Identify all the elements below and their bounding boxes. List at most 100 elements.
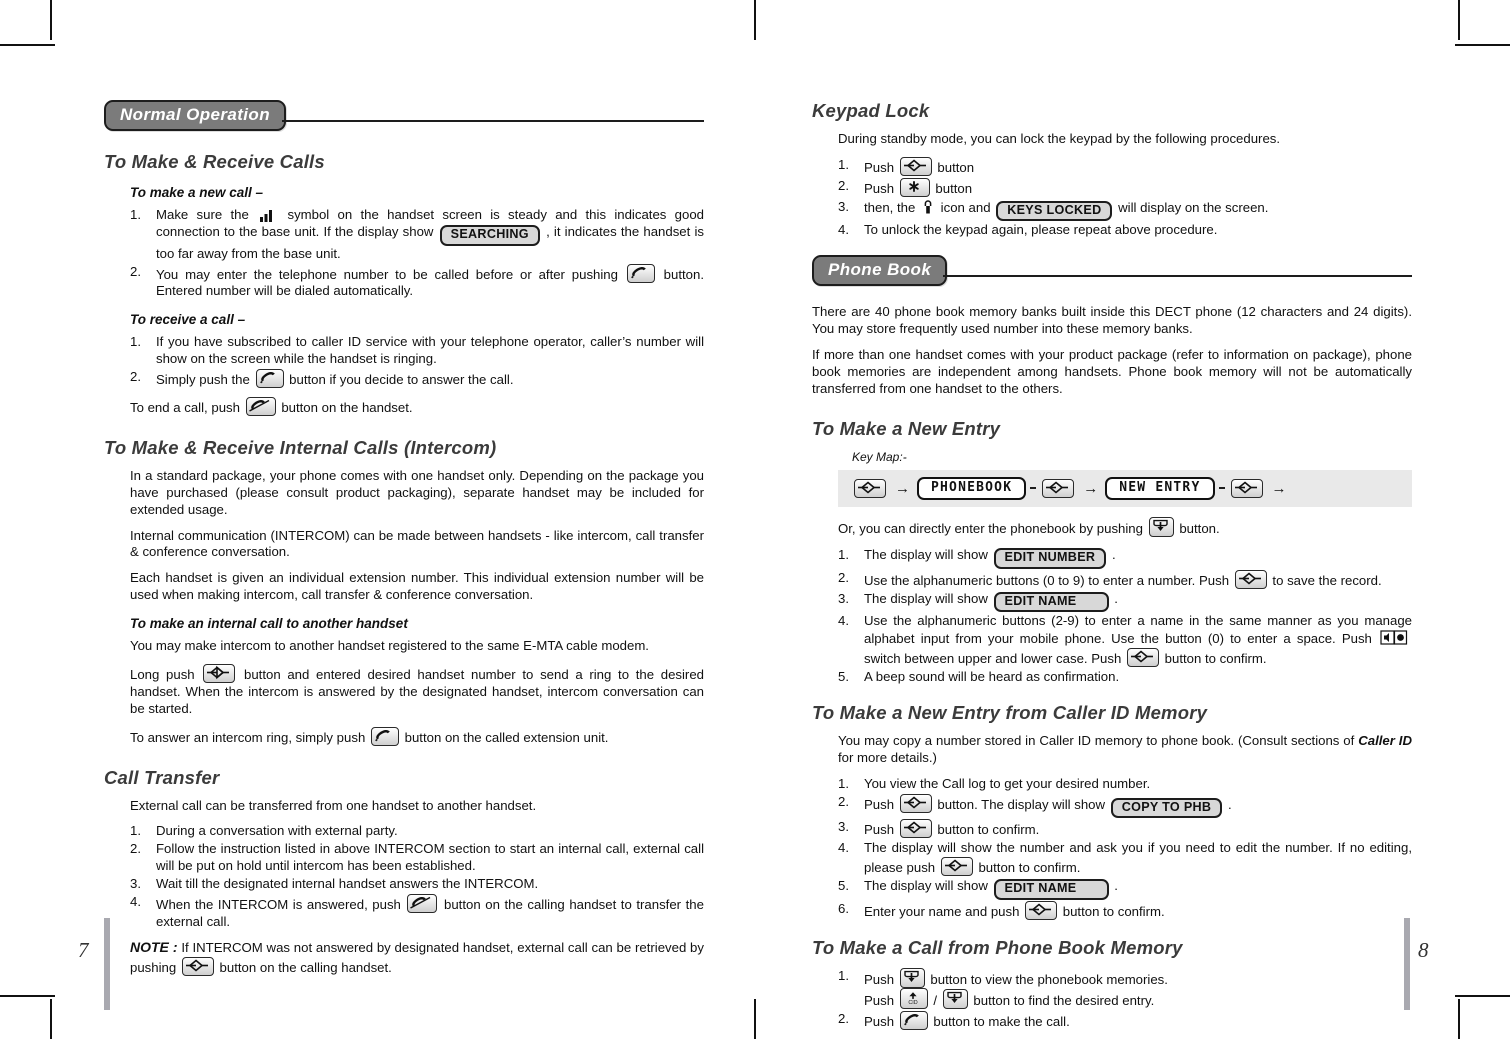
step-text-b: button to confirm. (978, 860, 1081, 876)
list-item: 6. Enter your name and push button to co… (838, 900, 1412, 921)
normal-operation-banner-row: Normal Operation (104, 100, 704, 131)
list-number: 4. (838, 613, 849, 629)
phonebook-direct-entry: Or, you can directly enter the phonebook… (838, 517, 1412, 538)
call-transfer-p1: External call can be transferred from on… (130, 797, 537, 813)
step-text-a: Make sure the (156, 207, 249, 222)
internal-calls-p4: You may make intercom to another handset… (130, 638, 649, 654)
crop-mark-top-right (1458, 0, 1460, 40)
cid-up-key-icon: CID (899, 988, 928, 1010)
list-number: 3. (838, 590, 849, 606)
list-item: 4. To unlock the keypad again, please re… (838, 222, 1412, 239)
list-item: 4. Use the alphanumeric buttons (2-9) to… (838, 613, 1412, 668)
end-call-key-icon (245, 396, 276, 416)
padlock-icon (922, 199, 934, 215)
menu-arrow-key-icon (1234, 569, 1267, 589)
heading-call-transfer: Call Transfer (104, 766, 220, 788)
keymap-arrow: → (1083, 479, 1099, 497)
svg-text:CID: CID (908, 1001, 917, 1007)
end-call-text-a: To end a call, push (130, 399, 240, 415)
list-item: 3. then, the icon and KEYS LOCKED will d… (838, 199, 1412, 222)
step-text-a: The display will show (864, 590, 988, 606)
caller-id-text-b: for more details.) (838, 749, 937, 765)
step-text-c: Push (864, 993, 895, 1009)
normal-operation-banner: Normal Operation (104, 100, 286, 131)
signal-bars-icon (260, 208, 276, 222)
status-badge-keys-locked: KEYS LOCKED (996, 200, 1113, 222)
end-call-text-b: button on the handset. (281, 399, 413, 415)
new-entry-steps: 1. The display will show EDIT NUMBER . 2… (812, 547, 1412, 686)
note-text-b: button on the calling handset. (219, 959, 392, 975)
list-item: 5. The display will show EDIT NAME . (838, 878, 1412, 900)
internal-calls-p2: Internal communication (INTERCOM) can be… (130, 527, 704, 560)
menu-arrow-key-icon (899, 819, 932, 839)
crop-mark-top-right-h (1455, 44, 1510, 46)
step-text-a: The display will show (864, 546, 988, 562)
list-number: 1. (130, 334, 141, 350)
step-text: You view the Call log to get your desire… (864, 775, 1151, 791)
list-item: 1. Make sure the symbol on the handset s… (130, 207, 704, 263)
list-item: 2. Simply push the button if you decide … (130, 369, 704, 389)
list-number: 1. (130, 207, 141, 222)
list-number: 1. (838, 156, 849, 172)
menu-arrow-key-icon (940, 857, 973, 877)
caller-id-entry-steps: 1. You view the Call log to get your des… (812, 776, 1412, 921)
menu-arrow-key-icon (181, 956, 214, 976)
step-text-a: Push (864, 822, 895, 838)
menu-arrow-key-icon (203, 663, 236, 683)
step-text: During a conversation with external part… (156, 823, 398, 839)
step-text-a: Push (864, 971, 895, 987)
step-text-b: switch between upper and lower case. Pus… (864, 651, 1122, 667)
step-text-d: / (933, 993, 938, 1009)
status-badge-copy-to-phb: COPY TO PHB (1110, 797, 1223, 819)
direct-entry-text-b: button. (1179, 521, 1220, 537)
phone-book-p2: If more than one handset comes with your… (812, 347, 1412, 396)
list-item: 2. Push button. The display will show CO… (838, 793, 1412, 819)
list-item: 1. You view the Call log to get your des… (838, 776, 1412, 793)
list-item: 1. The display will show EDIT NUMBER . (838, 547, 1412, 569)
star-key-icon (899, 177, 930, 197)
key-map-label: Key Map:- (852, 449, 907, 464)
step-continuation: Push CID / button to find the desired en… (864, 988, 1412, 1010)
subheading-receive-a-call: To receive a call – (130, 312, 246, 328)
phonebook-down-key-icon (1148, 517, 1174, 538)
list-item: 3. Push button to confirm. (838, 819, 1412, 839)
step-text-a: You may enter the telephone number to be… (156, 266, 618, 282)
heading-internal-calls: To Make & Receive Internal Calls (Interc… (104, 436, 497, 458)
step-text-a: The display will show (864, 877, 988, 893)
menu-arrow-key-icon (1025, 900, 1058, 920)
step-text-a: Push (864, 796, 895, 812)
step-text-a: Push (864, 1014, 895, 1030)
list-number: 3. (838, 198, 849, 214)
internal-calls-p3: Each handset is given an individual exte… (130, 570, 704, 603)
crop-mark-bottom-left-h (0, 995, 55, 997)
end-call-paragraph: To end a call, push button on the handse… (130, 396, 704, 417)
list-item: 1. During a conversation with external p… (130, 823, 704, 840)
list-number: 3. (838, 819, 849, 835)
heading-new-entry-caller-id: To Make a New Entry from Caller ID Memor… (812, 701, 1208, 723)
make-new-call-steps: 1. Make sure the symbol on the handset s… (104, 207, 704, 300)
caller-id-entry-p1: You may copy a number stored in Caller I… (838, 733, 1412, 767)
list-item: 3. Wait till the designated internal han… (130, 876, 704, 893)
step-text-b: button (935, 180, 973, 196)
step-text-e: button to find the desired entry. (973, 993, 1155, 1009)
step-text-a: Use the alphanumeric buttons (2-9) to en… (864, 613, 1412, 647)
banner-rule (281, 119, 704, 122)
status-badge-edit-name: EDIT NAME (993, 878, 1109, 900)
list-item: 2. Follow the instruction listed in abov… (130, 841, 704, 875)
step-text-a: Use the alphanumeric buttons (0 to 9) to… (864, 572, 1230, 588)
list-item: 4. The display will show the number and … (838, 840, 1412, 877)
key-map-strip: → PHONEBOOK → NEW ENTRY → (838, 469, 1412, 508)
call-from-phone-book-steps: 1. Push button to view the phonebook mem… (812, 967, 1412, 1032)
step-text-a: When the INTERCOM is answered, push (156, 897, 401, 912)
step-text-b: button to make the call. (933, 1014, 1070, 1030)
step-text-a: then, the (864, 199, 916, 215)
receive-call-steps: 1. If you have subscribed to caller ID s… (104, 334, 704, 389)
crop-mark-bottom-left (50, 999, 52, 1039)
keymap-arrow: → (1271, 479, 1287, 497)
list-number: 1. (838, 967, 849, 983)
list-item: 2. Use the alphanumeric buttons (0 to 9)… (838, 569, 1412, 590)
talk-handset-key-icon (370, 726, 399, 746)
step-text-c: will display on the screen. (1118, 199, 1269, 215)
keymap-arrow: → (895, 479, 910, 497)
talk-handset-key-icon (899, 1011, 928, 1031)
